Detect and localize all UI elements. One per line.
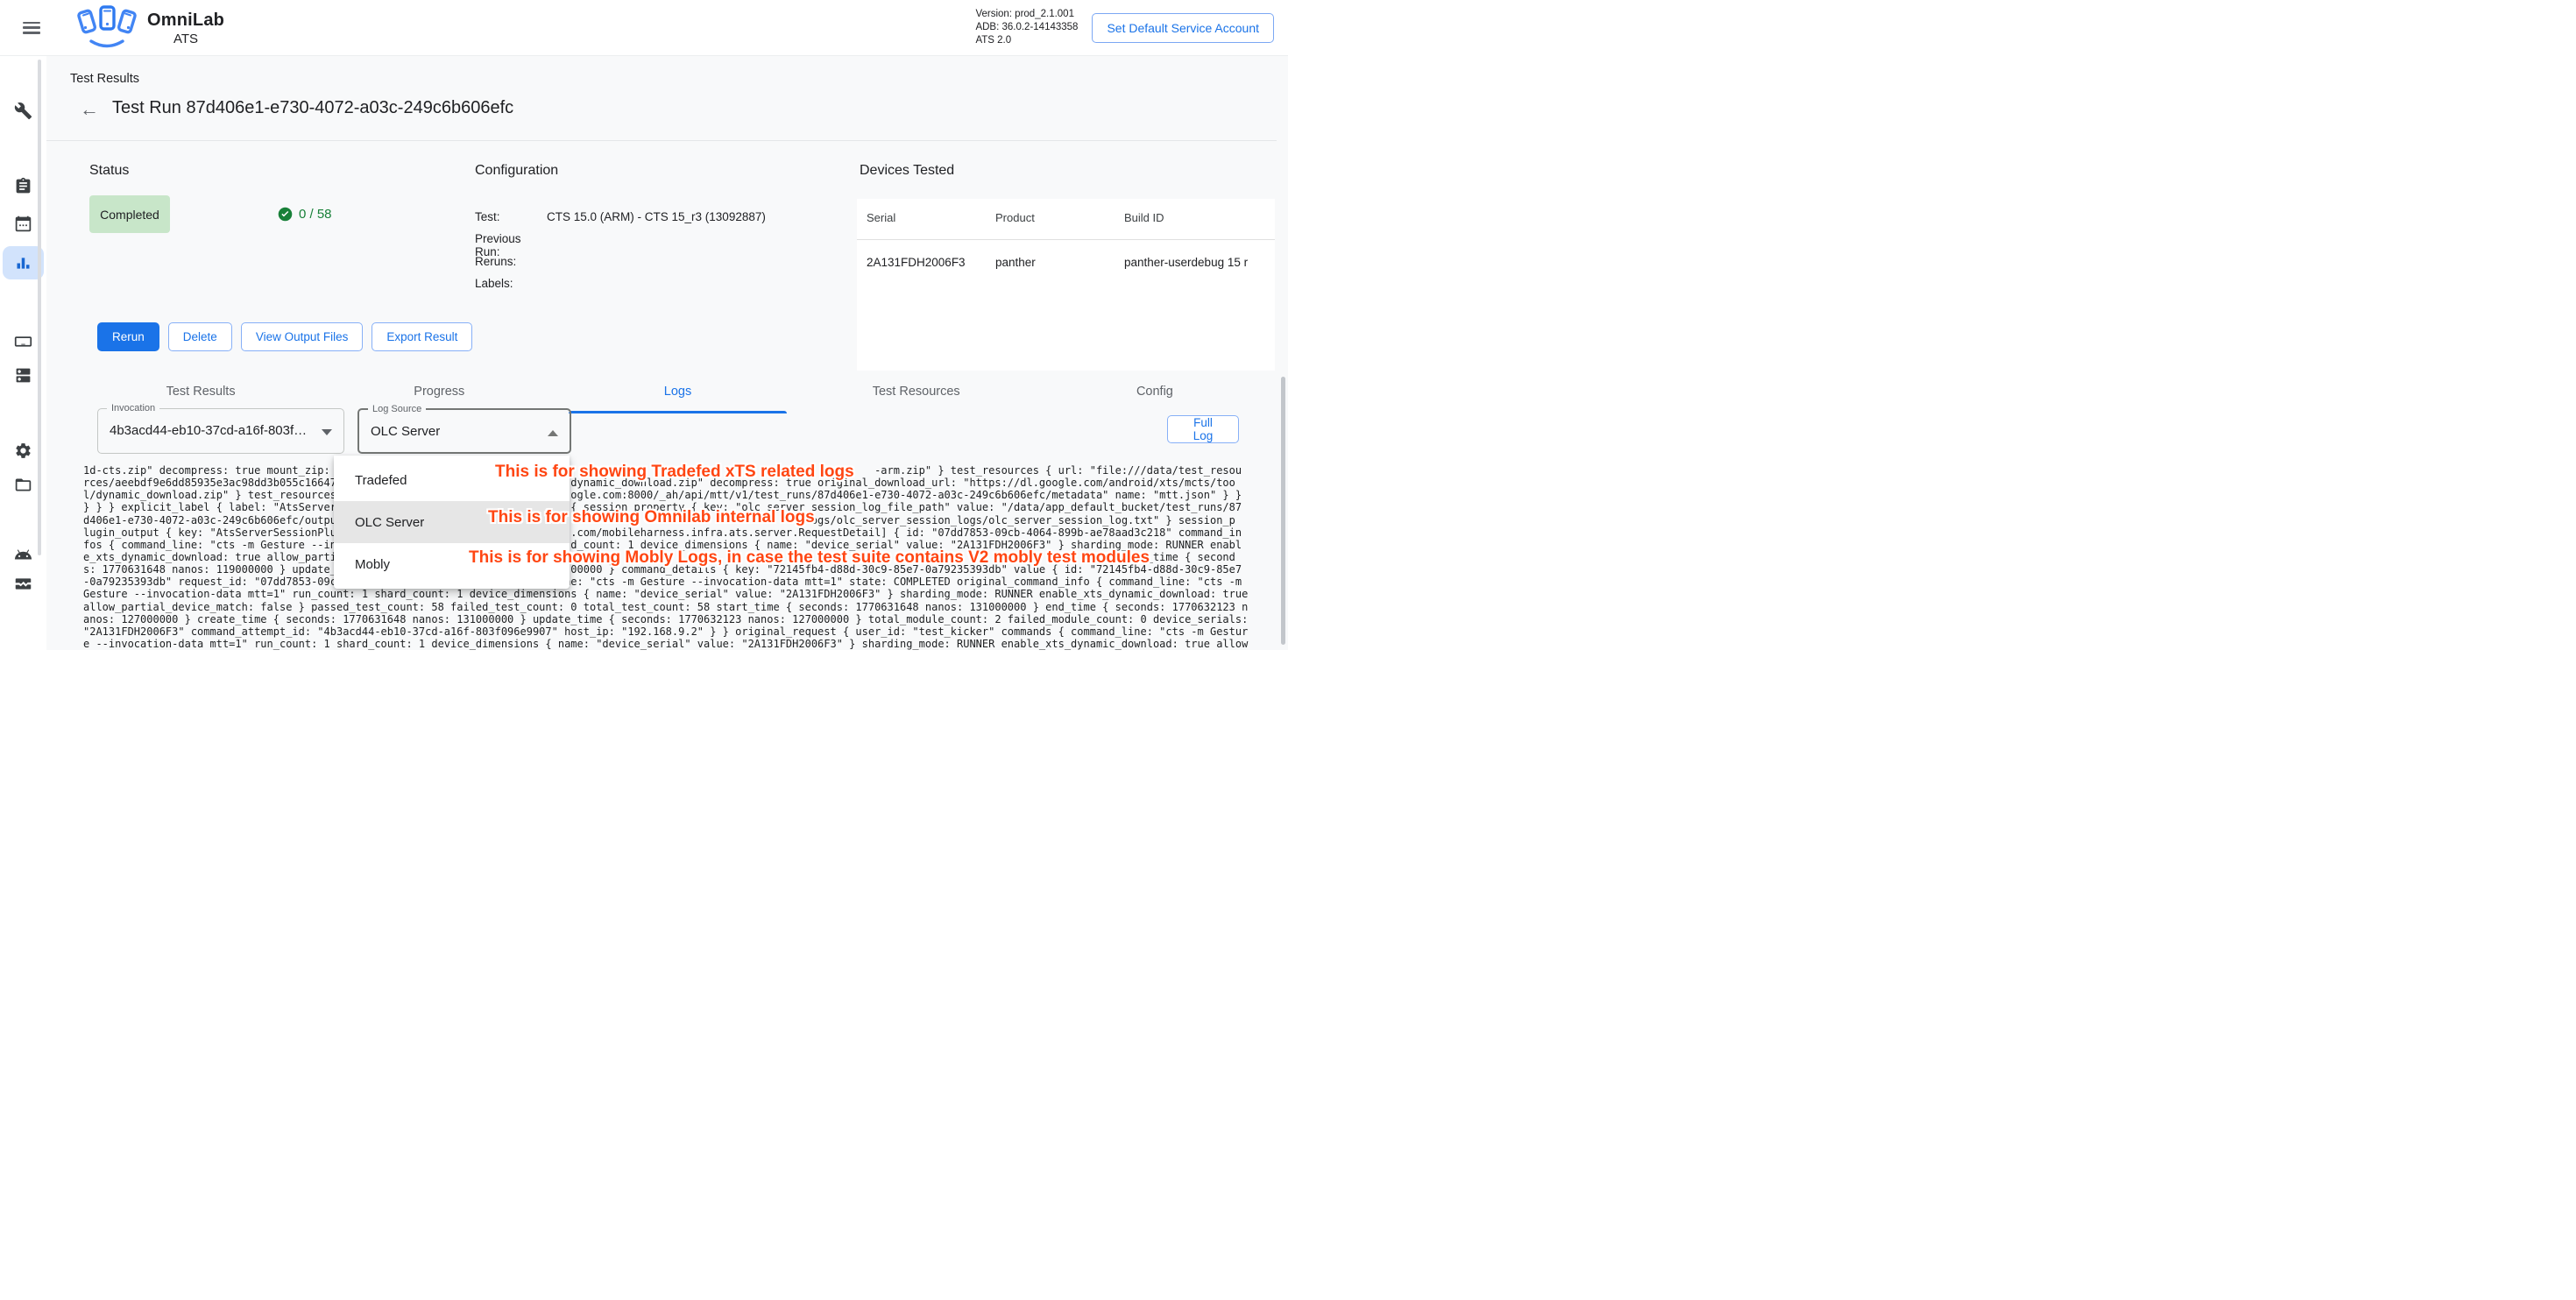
brand-block: OmniLab ATS	[147, 11, 224, 46]
config-label: Labels:	[475, 277, 547, 290]
log-line: lugin_output { key: "AtsServerSessionPlu…	[83, 526, 1276, 539]
chevron-up-icon	[548, 430, 558, 436]
log-line: anos: 127000000 } create_time { seconds:…	[83, 613, 1276, 625]
version-info: Version: prod_2.1.001ADB: 36.0.2-1414335…	[975, 8, 1078, 47]
tab-config[interactable]: Config	[1036, 375, 1274, 408]
failed-total-count: 0 / 58	[299, 207, 332, 222]
log-source-select[interactable]: Log Source OLC Server	[357, 408, 571, 454]
app-window: OmniLab ATS Version: prod_2.1.001ADB: 36…	[0, 0, 1288, 650]
brand-name: OmniLab	[147, 11, 224, 31]
set-default-service-account-button[interactable]: Set Default Service Account	[1092, 13, 1274, 43]
breadcrumb: Test Results	[70, 72, 139, 86]
menu-icon[interactable]	[23, 22, 40, 34]
invocation-label: Invocation	[107, 403, 159, 413]
tab-progress[interactable]: Progress	[320, 375, 558, 408]
log-line: l/dynamic_download.zip" } test_resources…	[83, 489, 1276, 501]
config-row: Test:CTS 15.0 (ARM) - CTS 15_r3 (1309288…	[475, 210, 766, 223]
view-output-files-button[interactable]: View Output Files	[241, 322, 364, 351]
page-scrollbar[interactable]	[1281, 377, 1285, 645]
devices-table-header: Serial Product Build ID	[857, 199, 1275, 239]
brand-subtitle: ATS	[173, 32, 198, 46]
log-line: e --invocation-data mtt=1" run_count: 1 …	[83, 638, 1276, 650]
invocation-value: 4b3acd44-eb10-37cd-a16f-803f…	[110, 423, 307, 438]
log-line: "2A131FDH2006F3" command_attempt_id: "4b…	[83, 625, 1276, 638]
table-cell: panther	[995, 256, 1036, 269]
devices-column-header: Serial	[867, 211, 895, 224]
table-cell: 2A131FDH2006F3	[867, 256, 966, 269]
chevron-down-icon	[322, 429, 332, 435]
devices-column-header: Build ID	[1124, 211, 1164, 224]
export-result-button[interactable]: Export Result	[372, 322, 472, 351]
main-content: Test Results ← Test Run 87d406e1-e730-40…	[46, 56, 1288, 650]
log-line: -0a79235393db" request_id: "07dd7853-09c…	[83, 576, 1276, 588]
tab-logs[interactable]: Logs	[558, 375, 796, 408]
devices-tested-heading: Devices Tested	[860, 163, 954, 179]
log-line: Gesture --invocation-data mtt=1" run_cou…	[83, 588, 1276, 600]
full-log-button[interactable]: Full Log	[1167, 415, 1239, 443]
version-line: ADB: 36.0.2-14143358	[975, 21, 1078, 34]
divider	[46, 140, 1277, 141]
back-arrow-icon[interactable]: ←	[78, 98, 101, 121]
annotation-tradefed: This is for showing Tradefed xTS related…	[495, 463, 854, 482]
delete-button[interactable]: Delete	[168, 322, 232, 351]
config-label: Test:	[475, 210, 547, 223]
log-source-label: Log Source	[368, 404, 426, 414]
config-value: CTS 15.0 (ARM) - CTS 15_r3 (13092887)	[547, 210, 766, 223]
tab-test-resources[interactable]: Test Resources	[797, 375, 1036, 408]
rerun-button[interactable]: Rerun	[97, 322, 159, 351]
nav-health-monitor-icon[interactable]	[0, 567, 46, 600]
version-line: Version: prod_2.1.001	[975, 8, 1078, 21]
annotation-olc: This is for showing Omnilab internal log…	[488, 508, 815, 527]
invocation-select[interactable]: Invocation 4b3acd44-eb10-37cd-a16f-803f…	[97, 408, 344, 454]
top-app-bar: OmniLab ATS Version: prod_2.1.001ADB: 36…	[0, 0, 1288, 56]
annotation-mobly: This is for showing Mobly Logs, in case …	[469, 548, 1150, 568]
check-circle-icon	[278, 207, 293, 222]
failed-total-count-block: 0 / 58	[278, 207, 332, 222]
sidenav-scrollbar[interactable]	[38, 60, 41, 555]
config-row: Labels:	[475, 277, 547, 290]
devices-table: Serial Product Build ID 2A131FDH2006F3 pant…	[857, 199, 1275, 371]
action-buttons: Rerun Delete View Output Files Export Re…	[97, 322, 472, 351]
version-line: ATS 2.0	[975, 34, 1078, 47]
config-label: Reruns:	[475, 255, 547, 268]
status-heading: Status	[89, 163, 129, 179]
configuration-heading: Configuration	[475, 163, 558, 179]
tab-bar: Test ResultsProgressLogsTest ResourcesCo…	[81, 375, 1274, 408]
omnilab-logo-icon	[70, 4, 144, 53]
log-source-value: OLC Server	[371, 424, 440, 439]
devices-column-header: Product	[995, 211, 1035, 224]
side-nav	[0, 56, 46, 650]
config-row: Reruns:	[475, 255, 547, 268]
status-badge: Completed	[89, 195, 170, 233]
log-line: allow_partial_device_match: false } pass…	[83, 601, 1276, 613]
table-cell: panther-userdebug 15 r	[1124, 256, 1248, 269]
table-row[interactable]: 2A131FDH2006F3 panther panther-userdebug 1…	[857, 240, 1275, 284]
page-title: Test Run 87d406e1-e730-4072-a03c-249c6b6…	[112, 98, 513, 118]
